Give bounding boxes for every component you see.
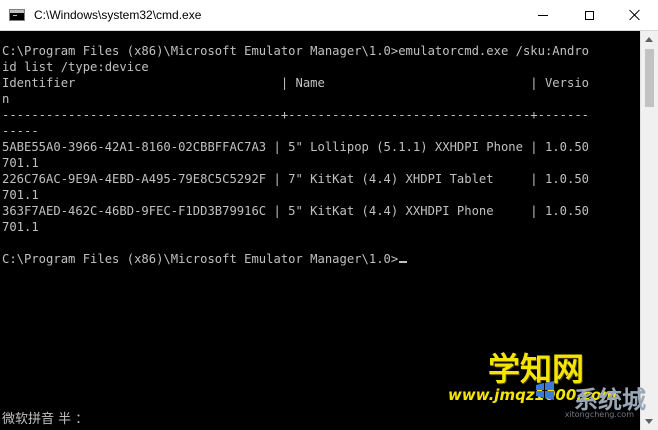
console-line: id list /type:device [2, 60, 149, 74]
text-cursor [399, 261, 408, 263]
console-line: 701.1 [2, 188, 39, 202]
minimize-icon [538, 14, 548, 16]
close-button[interactable] [612, 0, 658, 30]
window-controls [520, 0, 658, 30]
command-prompt: C:\Program Files (x86)\Microsoft Emulato… [2, 252, 399, 266]
scroll-up-icon[interactable] [645, 37, 653, 42]
console-line: --------------------------------------+-… [2, 108, 589, 122]
watermark: 学知网 www.jmqz1000.com 系统城 xitongcheng.com [448, 344, 648, 424]
watermark-sub: xitongcheng.com [564, 410, 634, 419]
console-line: Identifier | Name | Versio [2, 76, 589, 90]
console-line: n [2, 92, 10, 106]
console-line: 226C76AC-9E9A-4EBD-A495-79E8C5C5292F | 7… [2, 172, 589, 186]
cmd-window: C:\Windows\system32\cmd.exe C:\Program F… [0, 0, 658, 430]
maximize-button[interactable] [566, 0, 612, 30]
console-line: 5ABE55A0-3966-42A1-8160-02CBBFFAC7A3 | 5… [2, 140, 589, 154]
console-line: C:\Program Files (x86)\Microsoft Emulato… [2, 44, 589, 58]
window-title: C:\Windows\system32\cmd.exe [34, 8, 202, 22]
cmd-icon[interactable] [9, 9, 25, 21]
maximize-icon [584, 10, 594, 20]
console-line: 701.1 [2, 220, 39, 234]
title-bar[interactable]: C:\Windows\system32\cmd.exe [0, 0, 658, 31]
minimize-button[interactable] [520, 0, 566, 30]
scroll-thumb[interactable] [645, 49, 654, 107]
windows-logo-icon [536, 381, 554, 400]
console-line: 363F7AED-462C-46BD-9FEC-F1DD3B79916C | 5… [2, 204, 589, 218]
console-line: 701.1 [2, 156, 39, 170]
console-line: ----- [2, 124, 39, 138]
close-icon [629, 9, 641, 21]
console-text: C:\Program Files (x86)\Microsoft Emulato… [0, 31, 640, 267]
